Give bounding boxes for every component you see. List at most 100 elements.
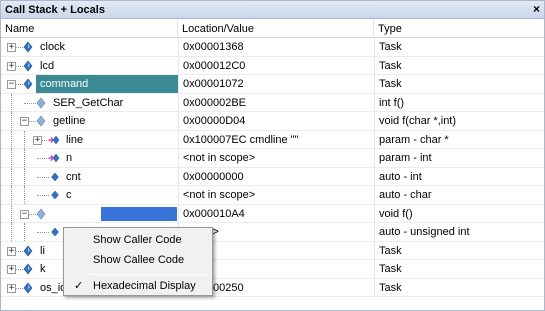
type-cell: Task xyxy=(374,260,544,278)
expand-icon[interactable]: + xyxy=(7,265,16,274)
tree-connector xyxy=(11,223,12,241)
checkmark-icon: ✓ xyxy=(74,280,84,292)
menu-item-label: Show Callee Code xyxy=(93,254,185,266)
tree-connector xyxy=(11,112,12,130)
task-icon xyxy=(22,78,34,90)
tree-row[interactable]: n <not in scope> param - int xyxy=(1,149,544,168)
type-cell: Task xyxy=(374,278,544,297)
window-title: Call Stack + Locals xyxy=(5,4,105,16)
location-cell: 0x00001072 xyxy=(178,75,374,93)
type-cell: auto - unsigned int xyxy=(374,223,544,241)
type-cell: param - char * xyxy=(374,130,544,149)
location-cell: 0x000010A4 xyxy=(178,204,374,223)
tree-connector xyxy=(24,167,25,186)
expand-icon[interactable]: + xyxy=(33,135,42,145)
name-cell: + lcd xyxy=(1,57,178,75)
type-cell: Task xyxy=(374,241,544,260)
type-cell: param - int xyxy=(374,149,544,167)
context-menu: Show Caller Code Show Callee Code ✓ Hexa… xyxy=(63,227,213,296)
tree-item-label: lcd xyxy=(40,59,55,72)
tree-item-label: n xyxy=(66,152,73,164)
location-cell: 0x100007EC cmdline "" xyxy=(178,130,374,149)
name-cell: − xyxy=(1,204,178,223)
name-cell: n xyxy=(1,149,178,167)
expand-icon[interactable]: + xyxy=(7,246,16,256)
tree-row[interactable]: + line 0x100007EC cmdline "" param - char * xyxy=(1,130,544,149)
location-cell: 0x00001368 xyxy=(178,38,374,56)
name-cell: c xyxy=(1,186,178,204)
variable-icon xyxy=(48,189,60,201)
function-icon xyxy=(35,97,47,109)
location-cell: <not in scope> xyxy=(178,186,374,204)
column-header-location[interactable]: Location/Value xyxy=(178,20,374,38)
tree-item-label: SER_GetChar xyxy=(53,96,124,109)
tree-connector xyxy=(11,186,12,204)
menu-item-label: Hexadecimal Display xyxy=(93,280,196,292)
call-stack-locals-window: Call Stack + Locals × Name Location/Valu… xyxy=(0,0,545,311)
column-header: Name Location/Value Type xyxy=(1,20,544,38)
task-icon xyxy=(22,263,34,275)
location-cell: 0x00000D04 xyxy=(178,112,374,130)
tree-row[interactable]: SER_GetChar 0x000002BE int f() xyxy=(1,93,544,112)
tree-row[interactable]: + clock 0x00001368 Task xyxy=(1,38,544,57)
expand-icon[interactable]: + xyxy=(7,43,16,52)
task-icon xyxy=(22,41,34,53)
function-icon xyxy=(35,115,47,127)
tree-item-label: li xyxy=(40,244,45,257)
tree-connector xyxy=(24,130,25,149)
collapse-icon[interactable]: − xyxy=(7,80,16,89)
column-header-name[interactable]: Name xyxy=(1,20,178,38)
variable-icon xyxy=(48,171,60,183)
variable-icon xyxy=(48,226,60,238)
expand-icon[interactable]: + xyxy=(7,61,16,71)
location-cell: 0x00000000 xyxy=(178,167,374,186)
name-cell: − getline xyxy=(1,112,178,130)
menu-separator xyxy=(90,274,208,275)
tree-row[interactable]: cnt 0x00000000 auto - int xyxy=(1,167,544,186)
tree-row[interactable]: c <not in scope> auto - char xyxy=(1,186,544,205)
type-cell: int f() xyxy=(374,93,544,112)
param-icon xyxy=(48,152,60,164)
name-cell: + clock xyxy=(1,38,178,56)
type-cell: Task xyxy=(374,56,544,75)
task-icon xyxy=(22,60,34,72)
task-icon xyxy=(22,282,34,294)
type-cell: void f() xyxy=(374,204,544,223)
tree-row[interactable]: − 0x000010A4 void f() xyxy=(1,204,544,223)
menu-item-label: Show Caller Code xyxy=(93,234,182,246)
tree-connector xyxy=(11,130,12,149)
name-cell: + line xyxy=(1,130,178,149)
tree-item-label: k xyxy=(40,263,46,275)
type-cell: Task xyxy=(374,75,544,93)
tree-connector xyxy=(11,93,12,112)
menu-item-show-callee-code[interactable]: Show Callee Code xyxy=(66,250,210,270)
tree-connector xyxy=(24,186,25,204)
tree-row[interactable]: − command 0x00001072 Task xyxy=(1,75,544,94)
tree-item-label: clock xyxy=(40,41,66,53)
close-icon[interactable]: × xyxy=(533,2,540,16)
type-cell: void f(char *,int) xyxy=(374,112,544,130)
location-cell: <not in scope> xyxy=(178,149,374,167)
name-cell: SER_GetChar xyxy=(1,93,178,112)
tree-row[interactable]: − getline 0x00000D04 void f(char *,int) xyxy=(1,112,544,131)
location-cell: 0x000002BE xyxy=(178,93,374,112)
title-bar: Call Stack + Locals × xyxy=(1,1,544,19)
tree-connector xyxy=(11,204,12,223)
tree-item-label: getline xyxy=(53,115,86,127)
collapse-icon[interactable]: − xyxy=(20,209,29,219)
type-cell: Task xyxy=(374,38,544,56)
collapse-icon[interactable]: − xyxy=(20,117,29,126)
tree-item-label: cnt xyxy=(66,170,81,183)
type-cell: auto - int xyxy=(374,167,544,186)
expand-icon[interactable]: + xyxy=(7,283,16,293)
menu-item-hexadecimal-display[interactable]: ✓ Hexadecimal Display xyxy=(66,276,210,296)
menu-item-show-caller-code[interactable]: Show Caller Code xyxy=(66,230,210,250)
tree-connector xyxy=(24,223,25,241)
tree-row[interactable]: + lcd 0x000012C0 Task xyxy=(1,56,544,75)
column-header-type[interactable]: Type xyxy=(374,20,544,38)
tree-connector xyxy=(24,149,25,167)
selection-highlight xyxy=(101,206,177,221)
tree-item-label: line xyxy=(66,133,84,146)
tree-connector xyxy=(11,149,12,167)
function-icon xyxy=(35,208,47,220)
